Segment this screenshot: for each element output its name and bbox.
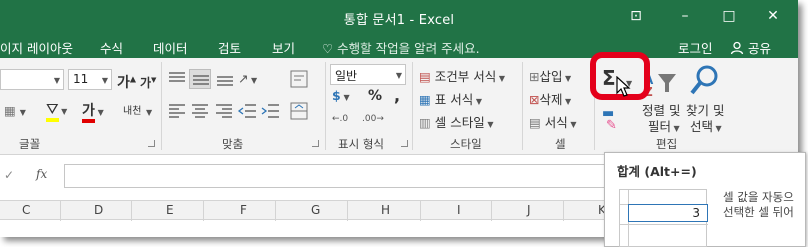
ribbon-tabs: 이지 레이아웃 수식 데이터 검토 보기 ♡ 수행할 작업을 알려 주세요. 로…: [0, 34, 798, 58]
wrap-text-icon[interactable]: [288, 68, 310, 90]
autosum-tooltip: 합계 (Alt+=) 3 셀 값을 자동으 선택한 셀 뒤어: [604, 152, 806, 247]
align-left-icon[interactable]: [166, 102, 188, 120]
tab-formulas[interactable]: 수식: [100, 38, 123, 57]
tooltip-example-image: 3: [619, 189, 708, 247]
increase-decimal-button[interactable]: ←.0: [332, 114, 348, 124]
group-separator: [412, 62, 413, 150]
decrease-decimal-button[interactable]: .00→: [362, 114, 384, 124]
close-button[interactable]: ✕: [762, 6, 784, 26]
tab-view[interactable]: 보기: [272, 38, 295, 57]
cell-style-icon: ▥: [419, 115, 431, 130]
font-color-button[interactable]: 가 ▼: [82, 100, 104, 123]
align-middle-icon[interactable]: [189, 69, 211, 89]
format-cells-button[interactable]: ▤ 서식 ▼: [529, 112, 577, 131]
delete-icon: ⊠: [529, 92, 540, 107]
font-dialog-launcher[interactable]: [148, 140, 155, 147]
conditional-formatting-button[interactable]: ▤ 조건부 서식 ▼: [419, 66, 505, 85]
column-header[interactable]: I: [457, 203, 461, 217]
fill-color-button[interactable]: ⛛ ▼: [46, 100, 67, 122]
conditional-formatting-icon: ▤: [419, 69, 431, 84]
column-header[interactable]: F: [240, 203, 247, 217]
tooltip-example-value: 3: [692, 206, 700, 220]
column-header[interactable]: C: [22, 203, 30, 217]
font-size-field[interactable]: 11 ▼: [68, 69, 112, 90]
tooltip-description-line1: 셀 값을 자동으: [723, 190, 794, 204]
number-dialog-launcher[interactable]: [401, 140, 408, 147]
share-button[interactable]: 공유: [730, 38, 771, 57]
group-separator: [522, 62, 523, 150]
decrease-indent-icon[interactable]: [237, 102, 259, 120]
orientation-button[interactable]: ↗ ▼: [238, 71, 257, 86]
insert-cells-button[interactable]: ⊞삽입 ▼: [529, 66, 571, 85]
tab-review[interactable]: 검토: [218, 38, 241, 57]
border-button[interactable]: ▦ ▼: [4, 103, 26, 118]
phonetic-button[interactable]: 내천: [123, 102, 141, 117]
group-separator: [161, 62, 162, 150]
styles-group-label: 스타일: [450, 137, 482, 151]
column-header[interactable]: E: [166, 203, 174, 217]
alignment-dialog-launcher[interactable]: [312, 140, 319, 147]
editing-group-label: 편집: [656, 137, 678, 151]
column-header[interactable]: D: [94, 203, 103, 217]
tell-me-search[interactable]: ♡ 수행할 작업을 알려 주세요.: [322, 38, 480, 57]
enter-icon[interactable]: ✓: [4, 168, 14, 182]
number-group-label: 표시 형식: [338, 137, 384, 151]
minimize-button[interactable]: –: [674, 6, 696, 26]
align-top-icon[interactable]: [166, 70, 188, 88]
mouse-cursor-icon: [616, 76, 631, 97]
person-icon: [730, 41, 744, 55]
table-icon: ▦: [419, 92, 431, 107]
paint-bucket-icon: ⛛: [46, 100, 59, 122]
share-label: 공유: [747, 41, 771, 56]
font-group-label: 글꼴: [19, 137, 41, 151]
percent-style-button[interactable]: %: [368, 88, 382, 104]
column-header[interactable]: J: [527, 203, 531, 217]
align-right-icon[interactable]: [213, 102, 235, 120]
tab-page-layout[interactable]: 이지 레이아웃: [0, 38, 73, 57]
magnifier-icon: [690, 65, 718, 95]
number-format-select[interactable]: 일반 ▼: [330, 64, 406, 85]
format-as-table-button[interactable]: ▦ 표 서식 ▼: [419, 89, 482, 108]
phonetic-dropdown[interactable]: ▼: [146, 103, 152, 118]
insert-icon: ⊞: [529, 69, 540, 84]
align-bottom-icon[interactable]: [214, 70, 236, 88]
tab-data[interactable]: 데이터: [153, 38, 188, 57]
align-center-icon[interactable]: [189, 102, 211, 120]
shrink-font-button[interactable]: 가▼: [140, 74, 156, 91]
tooltip-title: 합계 (Alt+=): [617, 164, 697, 179]
grow-font-button[interactable]: 가▲: [117, 72, 136, 92]
title-bar: 통합 문서1 - Excel ⊡ – □ ✕: [0, 0, 798, 34]
format-icon: ▤: [529, 115, 541, 130]
font-size-value: 11: [73, 72, 89, 86]
column-header[interactable]: H: [381, 203, 390, 217]
merge-center-icon[interactable]: [288, 100, 310, 122]
accounting-format-button[interactable]: $ ▼: [332, 88, 350, 103]
ribbon-display-options-icon[interactable]: ⊡: [625, 6, 647, 26]
number-format-value: 일반: [335, 69, 358, 83]
increase-indent-icon[interactable]: [260, 102, 282, 120]
sort-filter-label-2: 필터 ▼: [648, 119, 680, 134]
tooltip-description-line2: 선택한 셀 뒤어: [723, 205, 794, 219]
login-button[interactable]: 로그인: [678, 38, 713, 57]
find-select-label-2: 선택 ▼: [690, 119, 722, 134]
delete-cells-button[interactable]: ⊠삭제 ▼: [529, 89, 571, 108]
font-name-field[interactable]: ▼: [0, 69, 64, 90]
insert-function-icon[interactable]: fx: [36, 167, 47, 181]
comma-style-button[interactable]: ,: [394, 86, 400, 105]
formula-input[interactable]: [64, 164, 624, 188]
clear-icon[interactable]: ✎: [606, 118, 617, 133]
cells-group-label: 셀: [555, 137, 566, 151]
cell-styles-button[interactable]: ▥ 셀 스타일 ▼: [419, 112, 493, 131]
alignment-group-label: 맞춤: [222, 137, 244, 151]
maximize-button[interactable]: □: [718, 6, 740, 26]
group-separator: [325, 62, 326, 150]
column-header[interactable]: G: [311, 203, 320, 217]
ribbon: ▼ 11 ▼ 가▲ 가▼ ▦ ▼ ⛛ ▼ 가 ▼ 내천 ▼ 글꼴 ↗ ▼ 맞춤 …: [0, 58, 798, 155]
